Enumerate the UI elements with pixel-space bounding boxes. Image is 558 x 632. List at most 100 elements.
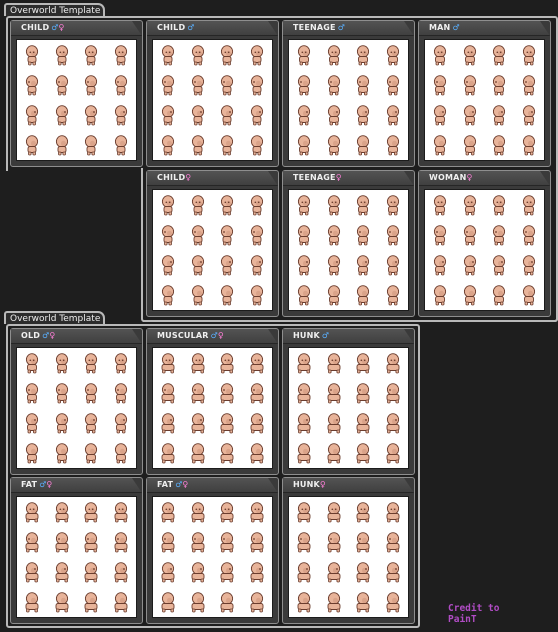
character-sprite-icon [325, 501, 343, 523]
panel-title: CHILD [157, 23, 186, 32]
female-symbol-icon: ♀ [217, 331, 224, 340]
character-sprite-icon [112, 352, 130, 374]
character-sprite-icon [189, 254, 207, 276]
character-sprite-icon [325, 74, 343, 96]
character-sprite-icon [354, 591, 372, 613]
panel-title: OLD [21, 331, 41, 340]
character-sprite-icon [112, 412, 130, 434]
sprite-grid [288, 39, 409, 161]
sprite-grid [288, 347, 409, 469]
panel-title: CHILD [157, 173, 186, 182]
sprite-grid [152, 496, 273, 618]
panel-header: CHILD♀ [147, 171, 278, 186]
character-sprite-icon [23, 74, 41, 96]
character-sprite-icon [325, 284, 343, 306]
character-sprite-icon [23, 531, 41, 553]
character-sprite-icon [520, 194, 538, 216]
female-symbol-icon: ♀ [185, 173, 192, 182]
sprite-grid [288, 189, 409, 311]
character-sprite-icon [82, 74, 100, 96]
character-sprite-icon [461, 74, 479, 96]
character-sprite-icon [325, 224, 343, 246]
character-sprite-icon [295, 382, 313, 404]
character-sprite-icon [218, 442, 236, 464]
character-sprite-icon [82, 442, 100, 464]
character-sprite-icon [384, 194, 402, 216]
character-sprite-icon [23, 382, 41, 404]
character-sprite-icon [218, 412, 236, 434]
sprite-grid [424, 189, 545, 311]
character-sprite-icon [189, 104, 207, 126]
character-sprite-icon [112, 134, 130, 156]
character-sprite-icon [112, 44, 130, 66]
panel-title: MAN [429, 23, 451, 32]
character-sprite-icon [112, 382, 130, 404]
panel-hunk: HUNK ♂ [282, 328, 415, 475]
character-sprite-icon [384, 442, 402, 464]
character-sprite-icon [295, 224, 313, 246]
sprite-grid [152, 39, 273, 161]
sprite-grid [16, 496, 137, 618]
character-sprite-icon [295, 412, 313, 434]
character-sprite-icon [159, 382, 177, 404]
character-sprite-icon [159, 561, 177, 583]
female-symbol-icon: ♀ [335, 173, 342, 182]
character-sprite-icon [248, 134, 266, 156]
character-sprite-icon [295, 44, 313, 66]
character-sprite-icon [295, 194, 313, 216]
character-sprite-icon [159, 442, 177, 464]
character-sprite-icon [384, 501, 402, 523]
character-sprite-icon [189, 442, 207, 464]
character-sprite-icon [490, 254, 508, 276]
male-symbol-icon: ♂ [337, 23, 345, 32]
character-sprite-icon [53, 44, 71, 66]
character-sprite-icon [384, 44, 402, 66]
character-sprite-icon [354, 412, 372, 434]
character-sprite-icon [461, 194, 479, 216]
character-sprite-icon [189, 284, 207, 306]
character-sprite-icon [295, 561, 313, 583]
character-sprite-icon [159, 134, 177, 156]
panel-child: CHILD♀ [146, 170, 279, 317]
character-sprite-icon [112, 561, 130, 583]
character-sprite-icon [159, 224, 177, 246]
panel-header: CHILD ♂ [147, 21, 278, 36]
character-sprite-icon [23, 561, 41, 583]
character-sprite-icon [354, 531, 372, 553]
character-sprite-icon [520, 104, 538, 126]
panel-title: FAT [157, 480, 174, 489]
character-sprite-icon [295, 531, 313, 553]
character-sprite-icon [248, 44, 266, 66]
character-sprite-icon [82, 104, 100, 126]
character-sprite-icon [354, 74, 372, 96]
character-sprite-icon [159, 44, 177, 66]
character-sprite-icon [354, 442, 372, 464]
panel-title: MUSCULAR [157, 331, 209, 340]
character-sprite-icon [354, 194, 372, 216]
character-sprite-icon [490, 44, 508, 66]
character-sprite-icon [325, 194, 343, 216]
character-sprite-icon [490, 104, 508, 126]
character-sprite-icon [325, 134, 343, 156]
panel-fat: FAT ♂♀ [146, 477, 279, 624]
panel-header: TEENAGE ♂ [283, 21, 414, 36]
character-sprite-icon [490, 284, 508, 306]
panel-title: WOMAN [429, 173, 467, 182]
character-sprite-icon [431, 134, 449, 156]
sprite-grid [16, 347, 137, 469]
character-sprite-icon [248, 352, 266, 374]
character-sprite-icon [189, 224, 207, 246]
character-sprite-icon [248, 531, 266, 553]
sheet-tab-1: Overworld Template [4, 3, 105, 16]
character-sprite-icon [354, 104, 372, 126]
character-sprite-icon [53, 591, 71, 613]
character-sprite-icon [53, 352, 71, 374]
credit-text: Credit to PainT [448, 603, 499, 625]
character-sprite-icon [82, 531, 100, 553]
sprite-grid [288, 496, 409, 618]
character-sprite-icon [23, 442, 41, 464]
character-sprite-icon [53, 561, 71, 583]
character-sprite-icon [112, 501, 130, 523]
character-sprite-icon [384, 591, 402, 613]
character-sprite-icon [384, 382, 402, 404]
